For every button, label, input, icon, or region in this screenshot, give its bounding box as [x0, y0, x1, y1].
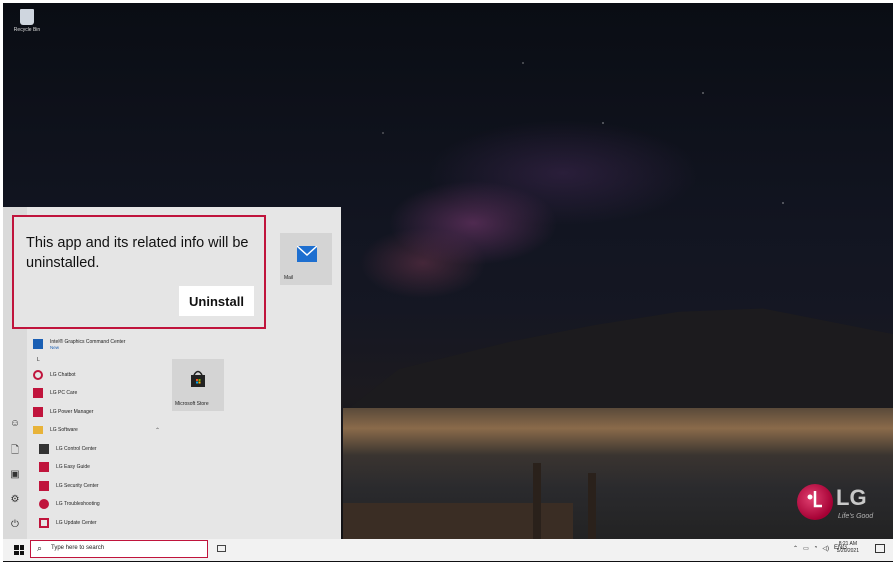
search-placeholder: Type here to search [51, 545, 105, 551]
list-item[interactable]: LG Troubleshooting [33, 495, 173, 514]
network-icon[interactable]: ◔ [814, 545, 818, 552]
list-item[interactable]: LG PC Care [33, 384, 173, 403]
tile-label: Mail [284, 275, 294, 281]
mail-tile[interactable]: Mail [280, 233, 332, 285]
list-item[interactable]: Intel® Graphics Command Center New [33, 335, 173, 354]
notification-icon[interactable] [875, 544, 885, 553]
recycle-bin-shortcut[interactable]: Recycle Bin [11, 9, 43, 33]
app-label: LG Chatbot [50, 371, 76, 378]
section-letter[interactable]: L [33, 354, 173, 366]
lg-chatbot-icon [33, 369, 43, 380]
lg-security-center-icon [39, 480, 49, 491]
app-label: LG PC Care [50, 390, 78, 397]
uninstall-button[interactable]: Uninstall [179, 286, 254, 316]
volume-icon[interactable]: ◁) [822, 545, 829, 552]
lg-easy-guide-icon [39, 462, 49, 473]
clock[interactable]: 8:21 AM 5/20/2021 [837, 541, 859, 555]
app-label: LG Software [50, 427, 78, 434]
app-label: Intel® Graphics Command Center [50, 338, 126, 345]
clock-time: 8:21 AM [838, 541, 858, 547]
windows-start-icon[interactable] [14, 545, 24, 555]
list-item[interactable]: LG Update Center [33, 514, 173, 533]
lg-pc-care-icon [33, 388, 43, 399]
uninstall-confirmation-dialog: This app and its related info will be un… [12, 215, 266, 329]
list-item[interactable]: LG Easy Guide [33, 458, 173, 477]
documents-icon[interactable]: 🗋 [9, 445, 21, 457]
store-icon [191, 370, 205, 387]
dialog-message: This app and its related info will be un… [26, 235, 249, 271]
list-item[interactable]: LG Chatbot [33, 366, 173, 385]
chevron-up-icon[interactable]: ⌃ [793, 545, 798, 552]
battery-icon[interactable]: ▭ [803, 545, 809, 552]
lg-power-manager-icon [33, 406, 43, 417]
lg-troubleshooting-icon [39, 499, 49, 510]
app-label: LG Update Center [56, 519, 97, 526]
new-badge: New [50, 344, 60, 350]
user-icon[interactable]: ☺ [9, 418, 21, 430]
list-item[interactable]: LG Power Manager [33, 403, 173, 422]
app-label: LG Security Center [56, 482, 99, 489]
wallpaper-pier-post [533, 463, 541, 543]
taskbar-search-box[interactable]: ⌕ Type here to search [30, 540, 208, 558]
app-label: LG Easy Guide [56, 464, 90, 471]
intel-graphics-icon [33, 339, 43, 350]
lg-control-center-icon [39, 443, 49, 454]
clock-date: 5/20/2021 [836, 548, 859, 554]
search-icon: ⌕ [37, 543, 43, 553]
app-label: LG Troubleshooting [56, 501, 100, 508]
task-view-icon[interactable] [217, 545, 226, 552]
lg-logo-icon [797, 484, 833, 520]
app-label-wrap: Intel® Graphics Command Center New [50, 339, 125, 350]
lg-tagline: Life's Good [838, 513, 874, 520]
list-item[interactable]: LG Security Center [33, 477, 173, 496]
app-label: LG Control Center [56, 445, 97, 452]
microsoft-store-tile[interactable]: Microsoft Store [172, 359, 224, 411]
taskbar: ⌕ Type here to search ⌃ ▭ ◔ ◁) ENG 8:21 … [3, 539, 893, 561]
app-label: LG Power Manager [50, 408, 94, 415]
recycle-bin-label: Recycle Bin [13, 27, 41, 33]
list-item[interactable]: LG Software ⌃ [33, 421, 173, 440]
chevron-up-icon[interactable]: ⌃ [155, 427, 160, 434]
list-item[interactable]: LG Control Center [33, 440, 173, 459]
mail-icon [297, 246, 317, 262]
tile-label: Microsoft Store [175, 401, 209, 407]
lg-update-center-icon [39, 517, 49, 528]
lg-logo-text: LG [836, 485, 867, 510]
settings-icon[interactable]: ⚙ [9, 494, 21, 506]
app-list: Intel® Graphics Command Center New L LG … [33, 335, 173, 532]
recycle-bin-icon [20, 9, 34, 25]
folder-icon [33, 426, 43, 435]
pictures-icon[interactable]: ▣ [9, 469, 21, 481]
power-icon[interactable]: ⏻ [9, 519, 21, 531]
wallpaper-pier-post [588, 473, 596, 543]
